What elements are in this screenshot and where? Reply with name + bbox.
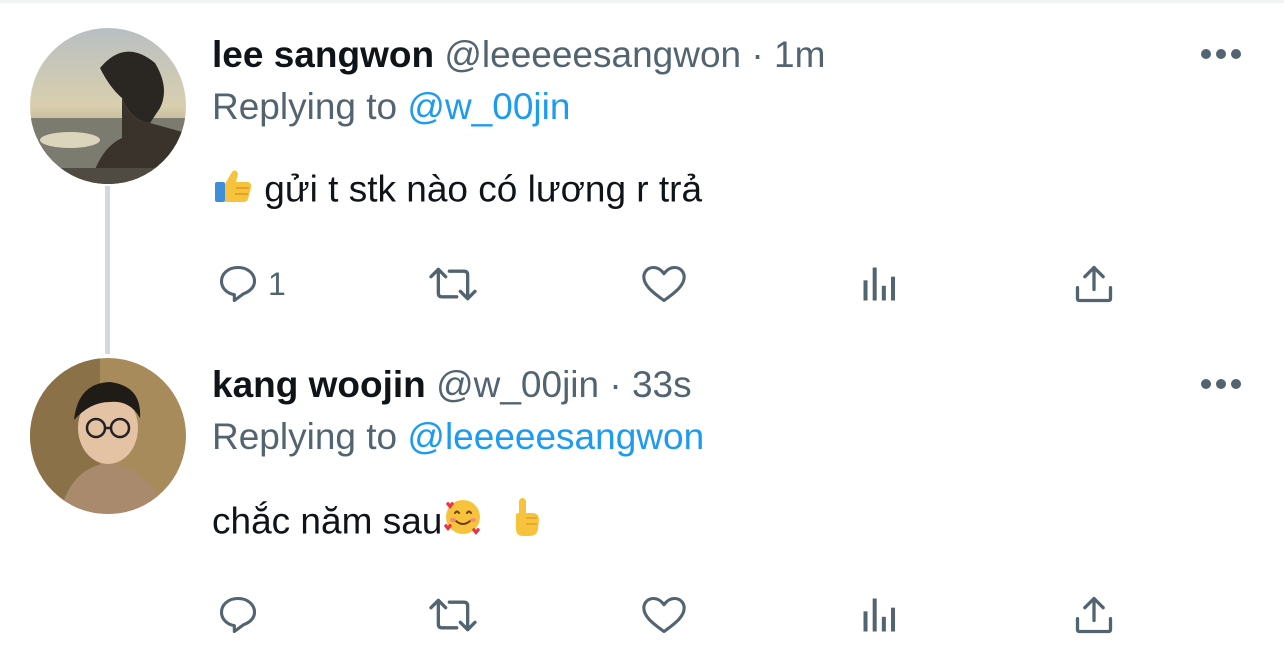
like-button[interactable] xyxy=(639,590,689,640)
tweet-actions xyxy=(212,590,1132,640)
more-icon[interactable] xyxy=(1200,374,1242,394)
tweet-actions: 1 xyxy=(212,259,1132,309)
retweet-icon xyxy=(429,598,477,632)
tweet-text-content: chắc năm sau xyxy=(212,500,443,542)
replying-to: Replying to @w_00jin xyxy=(212,84,570,130)
tweet-text: gửi t stk nào có lương r trả xyxy=(212,164,702,214)
reply-button[interactable]: 1 xyxy=(216,259,286,309)
replying-label: Replying to xyxy=(212,416,398,457)
timestamp[interactable]: 33s xyxy=(632,364,692,405)
tweet[interactable]: lee sangwon @leeeeesangwon · 1m Replying… xyxy=(0,0,1284,330)
like-icon xyxy=(642,596,686,634)
username[interactable]: @w_00jin xyxy=(436,364,599,405)
reply-count: 1 xyxy=(268,265,286,302)
share-button[interactable] xyxy=(1072,259,1116,309)
reply-icon xyxy=(219,596,257,634)
display-name[interactable]: lee sangwon xyxy=(212,34,434,75)
avatar[interactable] xyxy=(30,358,186,514)
views-button[interactable] xyxy=(858,590,902,640)
retweet-icon xyxy=(429,267,477,301)
index-pointing-up-icon xyxy=(509,496,543,551)
share-icon xyxy=(1075,596,1113,634)
tweet[interactable]: kang woojin @w_00jin · 33s Replying to @… xyxy=(0,330,1284,657)
views-icon xyxy=(863,598,896,632)
replying-mention[interactable]: @w_00jin xyxy=(407,86,570,127)
tweet-header: lee sangwon @leeeeesangwon · 1m xyxy=(212,32,825,78)
separator-dot: · xyxy=(751,34,764,75)
avatar[interactable] xyxy=(30,28,186,184)
share-icon xyxy=(1075,265,1113,303)
timestamp[interactable]: 1m xyxy=(774,34,825,75)
tweet-text: chắc năm sau xyxy=(212,496,543,546)
like-button[interactable] xyxy=(639,259,689,309)
reply-icon xyxy=(219,265,257,303)
replying-label: Replying to xyxy=(212,86,398,127)
more-icon[interactable] xyxy=(1200,44,1242,64)
thumbs-up-icon xyxy=(212,164,254,219)
retweet-button[interactable] xyxy=(425,259,481,309)
smiling-face-with-hearts-icon xyxy=(442,496,484,551)
views-button[interactable] xyxy=(858,259,902,309)
reply-button[interactable] xyxy=(216,590,268,640)
share-button[interactable] xyxy=(1072,590,1116,640)
replying-mention[interactable]: @leeeeesangwon xyxy=(407,416,704,457)
separator-dot: · xyxy=(609,364,622,405)
username[interactable]: @leeeeesangwon xyxy=(444,34,741,75)
tweet-header: kang woojin @w_00jin · 33s xyxy=(212,362,692,408)
views-icon xyxy=(863,267,896,301)
display-name[interactable]: kang woojin xyxy=(212,364,426,405)
retweet-button[interactable] xyxy=(425,590,481,640)
tweet-text-content: gửi t stk nào có lương r trả xyxy=(264,168,703,210)
like-icon xyxy=(642,265,686,303)
replying-to: Replying to @leeeeesangwon xyxy=(212,414,704,460)
